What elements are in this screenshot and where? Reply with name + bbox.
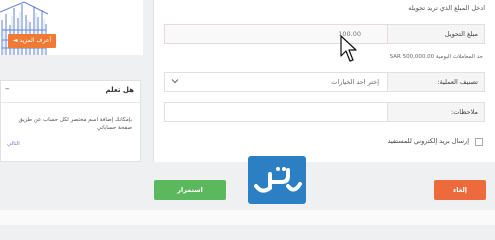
next-tip-link[interactable]: التالي xyxy=(7,141,20,147)
learn-more-button[interactable]: أعرف المزيد ◄ xyxy=(8,34,56,48)
site-logo-mark xyxy=(254,167,302,193)
chevron-down-icon xyxy=(171,79,179,84)
collapse-icon[interactable]: – xyxy=(5,84,10,94)
notes-input[interactable] xyxy=(164,102,388,122)
notes-label: ملاحظات: xyxy=(387,102,485,122)
bottom-strip xyxy=(0,210,495,225)
transfer-form: ادخل المبلغ الذي تريد تحويله مبلغ التحوي… xyxy=(153,0,495,162)
email-beneficiary-checkbox[interactable] xyxy=(475,138,483,146)
mouse-cursor-icon xyxy=(340,35,357,62)
category-select[interactable]: إختر احد الخيارات xyxy=(164,72,388,92)
daily-limit-text: حد المعاملات اليومية SAR 500,000.00 xyxy=(389,54,483,60)
did-you-know-title: هل تعلم xyxy=(105,86,134,94)
did-you-know-header: – هل تعلم xyxy=(1,81,140,103)
category-label: تصنيف العملية: xyxy=(387,72,485,92)
form-instruction: ادخل المبلغ الذي تريد تحويله xyxy=(408,4,485,12)
promo-banner: أعرف المزيد ◄ xyxy=(0,0,143,55)
did-you-know-panel: – هل تعلم بإمكانك إضافة اسم مختصر لكل حس… xyxy=(0,80,141,162)
amount-label: مبلغ التحويل xyxy=(387,24,485,44)
cancel-button[interactable]: إلغاء xyxy=(434,180,486,200)
continue-button[interactable]: استمرار xyxy=(154,180,226,200)
category-selected-value: إختر احد الخيارات xyxy=(331,78,379,86)
site-logo xyxy=(248,156,306,204)
did-you-know-text: بإمكانك إضافة اسم مختصر لكل حساب عن طريق… xyxy=(18,117,132,131)
email-beneficiary-label: إرسال بريد إلكتروني للمستفيد xyxy=(387,137,469,145)
